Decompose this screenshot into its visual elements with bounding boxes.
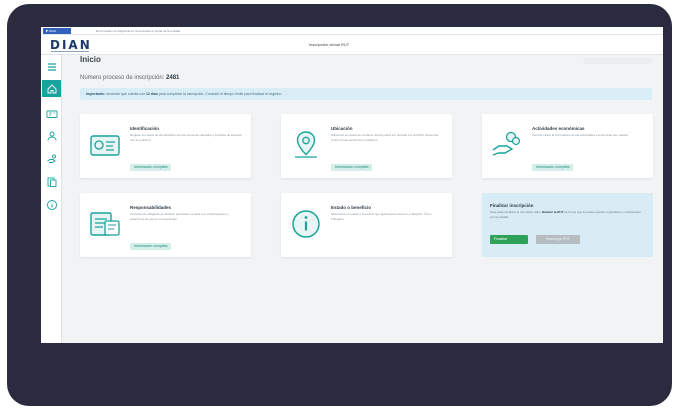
info-icon [46,199,57,210]
search-input[interactable] [583,58,653,64]
info-complete-button[interactable]: Información completa [130,243,172,250]
system-note: El formulario se diligencia en línea des… [96,29,181,33]
finish-desc-pre: Para poder finalizar el formulario debe [490,210,541,214]
sidebar-item-responsibilities[interactable] [42,173,61,190]
card-identification[interactable]: Identificación Registre los datos de ide… [80,114,251,178]
finish-title: Finalizar inscripción [490,203,534,208]
card-title: Responsabilidades [130,205,172,210]
menu-icon [47,62,56,71]
sidebar-item-users[interactable] [42,127,61,144]
id-card-icon [46,110,57,118]
process-value: 2481 [166,75,180,81]
alert-text: recuerde que cuenta con [106,92,145,96]
documents-icon [47,177,56,187]
app-header: DIAN Inscripción virtual RUT [41,35,663,55]
finish-description: Para poder finalizar el formulario debe … [490,210,645,219]
important-alert: Importante: recuerde que cuenta con 12 d… [80,88,652,100]
download-pdf-button[interactable]: Descargar PDF [536,235,580,244]
info-complete-button[interactable]: Información completa [532,164,574,171]
system-tag: ◤ DIAN [43,28,71,34]
sidebar-item-status[interactable] [42,196,61,213]
app-screen: ◤ DIAN El formulario se diligencia en lí… [41,27,663,343]
card-description: Diligencie los datos de contacto donde p… [331,133,439,142]
handshake-icon [46,153,56,163]
alert-text-rest: para completar la inscripción. Consulte … [158,92,282,96]
sidebar [41,55,62,343]
finish-button[interactable]: Finalizar [490,235,528,244]
sidebar-item-economic[interactable] [42,150,61,167]
id-card-icon [90,135,120,156]
header-title: Inscripción virtual RUT [309,42,350,47]
card-title: Identificación [130,126,160,131]
finish-registration-panel: Finalizar inscripción Para poder finaliz… [482,193,653,257]
users-icon [47,131,56,141]
info-complete-button[interactable]: Información completa [130,164,172,171]
card-location[interactable]: Ubicación Diligencie los datos de contac… [281,114,452,178]
sidebar-item-menu[interactable] [42,58,61,75]
card-economic-activities[interactable]: Actividades económicas Permite incluir l… [482,114,653,178]
logo-underline [51,51,89,52]
card-title: Actividades económicas [532,126,585,131]
info-circle-icon [292,210,320,238]
hand-coins-icon [492,131,521,156]
alert-days: 12 días [145,92,158,96]
system-strip: ◤ DIAN El formulario se diligencia en lí… [41,27,663,35]
card-responsibilities[interactable]: Responsabilidades Consulte las obligacio… [80,193,251,257]
calendar-document-icon [90,212,120,236]
card-status-benefit[interactable]: Estado o beneficio Seleccione el estado … [281,193,452,257]
location-pin-icon [295,131,317,158]
card-description: Consulte las obligaciones fiscales que d… [130,212,229,221]
sidebar-item-identification[interactable] [42,105,61,122]
home-icon [47,83,56,93]
card-description: Seleccione el estado o beneficio que apl… [331,212,432,221]
process-number: Número proceso de inscripción: 2481 [80,75,179,81]
dian-logo[interactable]: DIAN [50,38,92,52]
sidebar-item-home[interactable] [42,80,61,97]
info-complete-button[interactable]: Información completa [331,164,373,171]
card-description: Registre los datos de identificación de … [130,133,242,142]
card-description: Permite incluir la información de las ac… [532,133,629,137]
card-title: Ubicación [331,126,353,131]
page-title: Inicio [80,55,101,64]
main-content: Inicio Número proceso de inscripción: 24… [63,55,663,343]
card-title: Estado o beneficio [331,205,372,210]
alert-strong: Importante: [86,92,106,96]
finish-desc-strong: finalizar la RUT [541,210,564,214]
process-label: Número proceso de inscripción: [80,75,165,81]
device-frame: ◤ DIAN El formulario se diligencia en lí… [7,4,672,406]
